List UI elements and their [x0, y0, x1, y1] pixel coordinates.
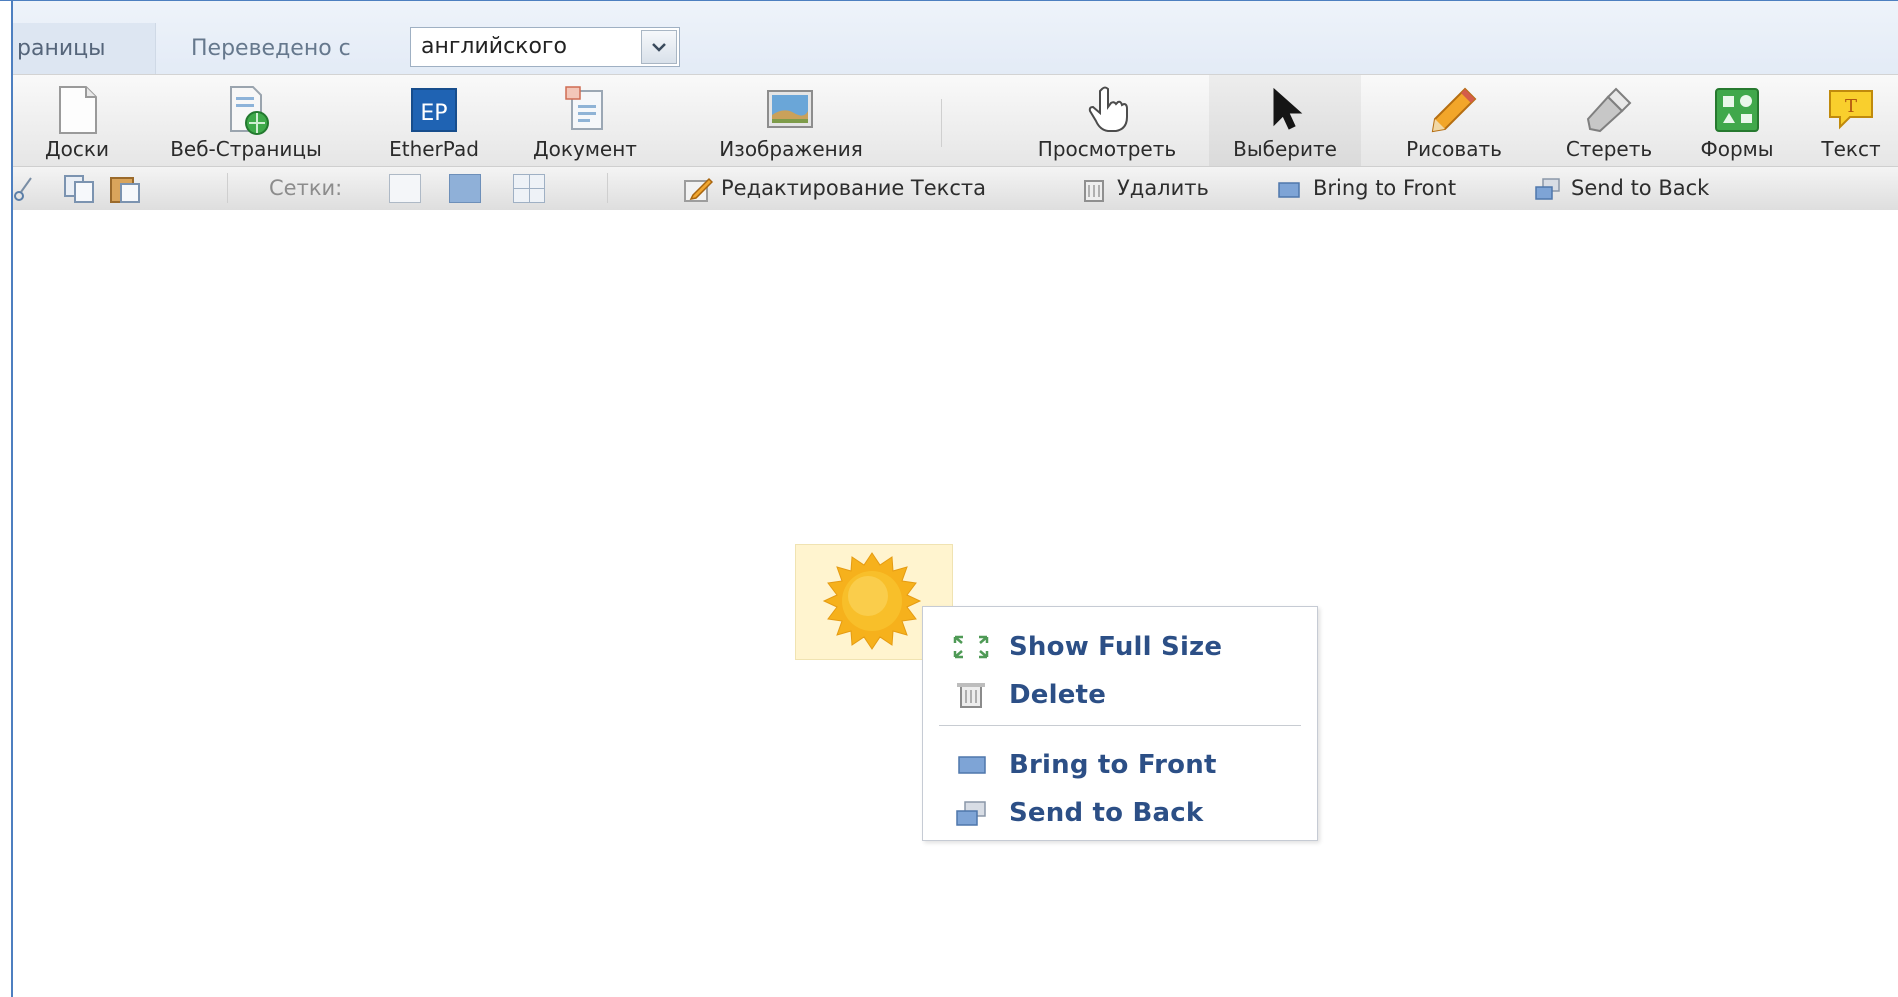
tool-view[interactable]: Просмотреть: [1015, 75, 1199, 167]
tool-text[interactable]: T Текст: [1803, 75, 1898, 167]
arrow-cursor-icon: [1273, 87, 1303, 130]
tool-label: Стереть: [1565, 137, 1653, 161]
grid-none-button[interactable]: [389, 174, 421, 203]
grid-fill-button[interactable]: [449, 174, 481, 203]
edit-toolbar: Сетки: Редактирование Текста Удалить Bri…: [13, 166, 1898, 211]
paste-icon[interactable]: [109, 167, 151, 210]
grid-lines-button[interactable]: [513, 174, 545, 203]
toolbar-separator: [227, 173, 228, 203]
tool-erase[interactable]: Стереть: [1545, 75, 1673, 167]
tool-web-pages[interactable]: Веб-Страницы: [141, 75, 351, 167]
cut-icon[interactable]: [13, 167, 41, 210]
image-icon: [767, 90, 813, 128]
translated-from-label: Переведено с: [191, 36, 351, 61]
text-bubble-icon: T: [1829, 90, 1873, 130]
menu-item-send-to-back[interactable]: Send to Back: [923, 789, 1317, 837]
send-to-back-label: Send to Back: [1571, 176, 1710, 200]
tool-label: Веб-Страницы: [170, 137, 322, 161]
menu-item-label: Delete: [1009, 680, 1107, 710]
menu-item-delete[interactable]: Delete: [923, 671, 1317, 719]
menu-item-label: Show Full Size: [1009, 632, 1223, 662]
tool-label: Выберите: [1233, 137, 1337, 161]
eraser-icon: [1586, 87, 1632, 133]
menu-item-bring-to-front[interactable]: Bring to Front: [923, 741, 1317, 789]
tool-label: EtherPad: [389, 137, 479, 161]
toolbar-separator: [607, 173, 608, 203]
edit-text-button[interactable]: Редактирование Текста: [683, 167, 986, 210]
send-to-back-button[interactable]: Send to Back: [1533, 167, 1709, 210]
svg-text:EP: EP: [420, 101, 447, 126]
edit-text-label: Редактирование Текста: [721, 176, 987, 200]
tool-shapes[interactable]: Формы: [1679, 75, 1795, 167]
delete-icon: [957, 683, 985, 708]
bring-to-front-label: Bring to Front: [1313, 176, 1457, 200]
tool-images[interactable]: Изображения: [693, 75, 889, 167]
page-icon: [59, 86, 97, 134]
menu-divider: [939, 725, 1301, 726]
send-back-icon: [1535, 178, 1560, 200]
tool-document[interactable]: Документ: [517, 75, 653, 167]
tool-etherpad[interactable]: EP EtherPad: [379, 75, 489, 167]
bring-to-front-button[interactable]: Bring to Front: [1275, 167, 1456, 210]
tool-label: Рисовать: [1406, 137, 1502, 161]
chevron-down-icon[interactable]: [641, 30, 677, 64]
left-border: [11, 0, 13, 997]
whiteboard-canvas[interactable]: [13, 210, 1898, 997]
tool-label: Формы: [1700, 137, 1774, 161]
menu-item-label: Bring to Front: [1009, 750, 1217, 780]
grids-label: Сетки:: [269, 176, 343, 200]
bring-front-icon: [958, 756, 986, 774]
tool-draw[interactable]: Рисовать: [1379, 75, 1529, 167]
tool-label: Просмотреть: [1037, 137, 1177, 161]
pencil-icon: [1431, 87, 1477, 133]
edit-text-icon: [684, 177, 714, 202]
delete-label: Удалить: [1117, 176, 1209, 200]
tool-label: Изображения: [719, 137, 863, 161]
language-select[interactable]: английского: [410, 27, 680, 67]
delete-icon: [1084, 180, 1104, 202]
send-back-icon: [956, 801, 986, 826]
shapes-icon: [1715, 88, 1759, 132]
bring-front-icon: [1278, 182, 1300, 198]
svg-text:T: T: [1845, 96, 1857, 117]
menu-item-label: Send to Back: [1009, 798, 1204, 828]
main-toolbar: Доски Веб-Страницы EP EtherPad Документ …: [13, 74, 1898, 167]
tool-whiteboards[interactable]: Доски: [29, 75, 125, 167]
web-page-icon: [230, 86, 269, 135]
tab-pages[interactable]: раницы: [13, 23, 156, 75]
tool-label: Текст: [1821, 137, 1881, 161]
tool-select[interactable]: Выберите: [1209, 75, 1361, 167]
hand-pointer-icon: [1088, 86, 1128, 132]
toolbar-separator: [941, 99, 942, 147]
delete-button[interactable]: Удалить: [1079, 167, 1209, 210]
application-window: раницы Переведено с английского Доски Ве…: [0, 0, 1898, 997]
tab-bar: раницы Переведено с английского: [13, 1, 1898, 75]
tool-label: Документ: [533, 137, 637, 161]
expand-arrows-icon: [953, 635, 989, 659]
copy-icon[interactable]: [63, 167, 105, 210]
language-select-value: английского: [421, 34, 567, 59]
context-menu: Show Full Size Delete Bring to Front Sen…: [922, 606, 1318, 841]
tool-label: Доски: [45, 137, 109, 161]
document-icon: [565, 86, 603, 130]
etherpad-icon: EP: [411, 88, 457, 132]
menu-item-show-full-size[interactable]: Show Full Size: [923, 623, 1317, 671]
